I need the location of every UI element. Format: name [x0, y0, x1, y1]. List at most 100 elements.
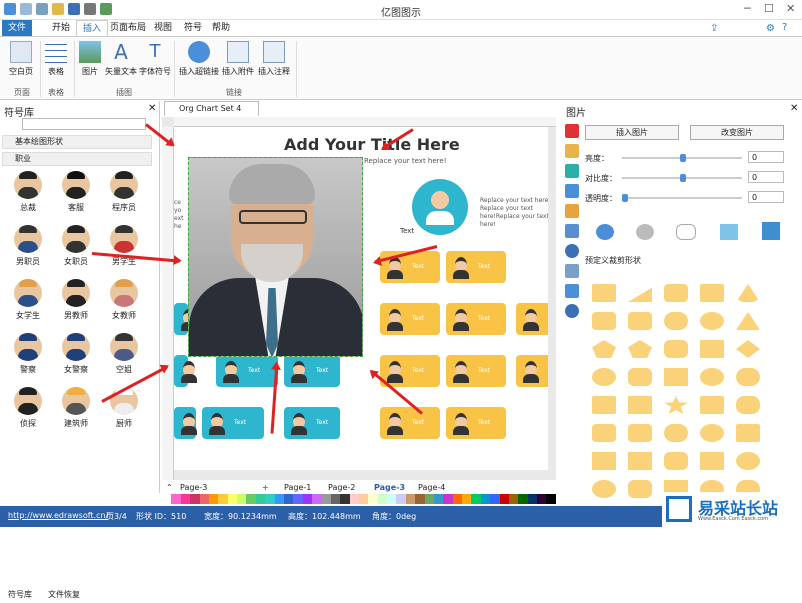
crop-shape[interactable] [592, 284, 616, 302]
color-swatch[interactable] [190, 494, 200, 504]
crop-shape[interactable] [628, 368, 652, 386]
line-icon[interactable] [565, 144, 579, 158]
org-node[interactable]: Text [284, 355, 340, 387]
shadow-icon[interactable] [565, 164, 579, 178]
color-swatch[interactable] [162, 494, 172, 504]
color-swatch[interactable] [508, 494, 519, 504]
tab-page-4[interactable]: Page-4 [418, 483, 445, 492]
color-swatch[interactable] [237, 494, 247, 504]
share-icon[interactable]: ⇪ [710, 23, 718, 34]
hyperlink-button[interactable]: 插入超链接 [178, 41, 220, 77]
crop-shape[interactable] [664, 424, 688, 442]
selected-photo[interactable] [188, 157, 363, 357]
picture-style-icon[interactable] [676, 224, 696, 240]
crop-shape[interactable] [628, 480, 652, 498]
website-link[interactable]: http://www.edrawsoft.cn/ [8, 511, 108, 520]
color-swatch[interactable] [480, 494, 491, 504]
color-swatch[interactable] [518, 494, 528, 504]
close-icon[interactable]: ✕ [148, 103, 156, 114]
color-swatch[interactable] [358, 494, 369, 504]
page-icon[interactable] [565, 224, 579, 238]
color-swatch[interactable] [180, 494, 191, 504]
top-node-note[interactable]: Replace your text here! Replace your tex… [480, 197, 548, 229]
close-window-button[interactable]: ✕ [786, 2, 795, 15]
color-swatch[interactable] [283, 494, 294, 504]
crop-shape[interactable] [592, 424, 616, 442]
minimize-button[interactable]: ─ [744, 2, 751, 15]
org-node[interactable]: Text [446, 303, 506, 335]
document-tab[interactable]: Org Chart Set 4 [164, 101, 259, 116]
symbol-item[interactable]: 厨师 [104, 387, 144, 429]
color-swatch[interactable] [302, 494, 312, 504]
color-swatch[interactable] [218, 494, 228, 504]
org-node[interactable]: Text [284, 407, 340, 439]
color-swatch[interactable] [340, 494, 350, 504]
insert-picture-button[interactable]: 图片 [78, 41, 102, 77]
color-swatch[interactable] [330, 494, 341, 504]
help-icon[interactable]: ? [782, 22, 787, 33]
org-node[interactable] [174, 303, 197, 335]
symbol-item[interactable]: 客服 [56, 171, 96, 213]
symbol-item[interactable]: 女职员 [56, 225, 96, 267]
crop-shape[interactable] [628, 396, 652, 414]
brightness-value[interactable]: 0 [748, 151, 784, 163]
document-icon[interactable] [565, 264, 579, 278]
symbol-item[interactable]: 女教师 [104, 279, 144, 321]
help-icon[interactable] [565, 304, 579, 318]
crop-shape[interactable] [628, 424, 652, 442]
color-swatch[interactable] [255, 494, 266, 504]
section-occupation[interactable]: 职业 [2, 152, 152, 166]
color-swatch[interactable] [405, 494, 416, 504]
close-icon[interactable]: ✕ [790, 103, 798, 114]
symbol-item[interactable]: 男学生 [104, 225, 144, 267]
color-swatch[interactable] [443, 494, 453, 504]
crop-shape[interactable] [628, 452, 652, 470]
crop-shape[interactable] [736, 396, 760, 414]
globe-icon[interactable] [565, 244, 579, 258]
crop-shape[interactable] [664, 340, 688, 358]
picture-style-icon[interactable] [596, 224, 614, 240]
org-chart-subtitle[interactable]: Replace your text here! [364, 157, 447, 165]
top-node-avatar[interactable] [412, 179, 468, 235]
crop-shape[interactable] [664, 368, 688, 386]
color-swatch[interactable] [377, 494, 387, 504]
symbol-item[interactable]: 空姐 [104, 333, 144, 375]
color-palette[interactable] [162, 494, 556, 504]
color-swatch[interactable] [265, 494, 275, 504]
color-swatch[interactable] [227, 494, 237, 504]
insert-picture-button[interactable]: 插入图片 [585, 125, 679, 140]
symbol-item[interactable]: 男职员 [8, 225, 48, 267]
symbol-item[interactable]: 侦探 [8, 387, 48, 429]
symbol-item[interactable]: 程序员 [104, 171, 144, 213]
crop-shape[interactable] [700, 312, 724, 330]
crop-shape[interactable] [592, 368, 616, 386]
font-symbol-button[interactable]: T 字体符号 [138, 41, 172, 77]
left-node-note[interactable]: ce yo ext he [174, 199, 186, 231]
blank-page-button[interactable]: 空白页 [6, 41, 36, 77]
crop-shape[interactable] [592, 480, 616, 498]
crop-shape[interactable] [700, 340, 724, 358]
vector-text-button[interactable]: A 矢量文本 [104, 41, 138, 77]
note-button[interactable]: 插入注释 [256, 41, 292, 77]
crop-shape[interactable] [592, 312, 616, 330]
org-node[interactable]: Text [446, 251, 506, 283]
symbol-search-input[interactable] [22, 118, 146, 130]
org-node[interactable] [174, 407, 197, 439]
color-swatch[interactable] [490, 494, 500, 504]
symbol-item[interactable]: 男教师 [56, 279, 96, 321]
color-swatch[interactable] [368, 494, 378, 504]
crop-shape[interactable] [700, 284, 724, 302]
color-swatch[interactable] [396, 494, 406, 504]
org-node[interactable]: Text [202, 407, 264, 439]
table-button[interactable]: 表格 [42, 41, 70, 77]
picture-icon[interactable] [565, 184, 579, 198]
crop-shape[interactable] [700, 452, 724, 470]
crop-shape[interactable] [700, 396, 724, 414]
section-basic-shapes[interactable]: 基本绘图形状 [2, 135, 152, 149]
color-swatch[interactable] [424, 494, 434, 504]
fill-icon[interactable] [565, 124, 579, 138]
tab-view[interactable]: 视图 [148, 20, 178, 36]
color-swatch[interactable] [208, 494, 219, 504]
symbol-item[interactable]: 女警察 [56, 333, 96, 375]
org-node[interactable]: Text [516, 355, 548, 387]
